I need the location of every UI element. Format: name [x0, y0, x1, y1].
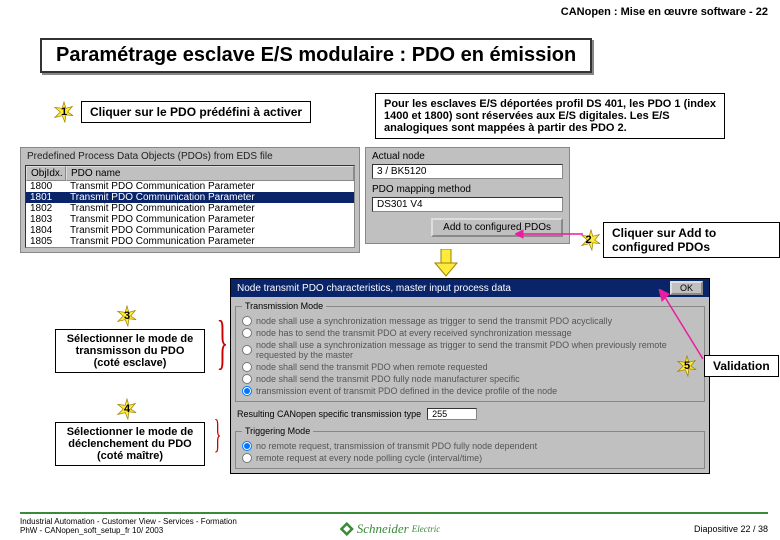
page-title: Paramétrage esclave E/S modulaire : PDO … — [40, 38, 592, 73]
trans-opt[interactable]: node has to send the transmit PDO at eve… — [242, 327, 698, 339]
step-3-badge: 3 — [116, 305, 138, 327]
slide-number: Diapositive 22 / 38 — [694, 524, 768, 534]
table-row[interactable]: 1802Transmit PDO Communication Parameter — [26, 203, 354, 214]
doc-header: CANopen : Mise en œuvre software - 22 — [561, 6, 768, 18]
triggering-mode-group: Triggering Mode no remote request, trans… — [235, 426, 705, 469]
brace-icon: } — [214, 410, 222, 457]
pdo-list-panel: Predefined Process Data Objects (PDOs) f… — [20, 147, 360, 253]
table-row[interactable]: 1805Transmit PDO Communication Parameter — [26, 236, 354, 247]
result-label: Resulting CANopen specific transmission … — [237, 409, 421, 419]
trans-opt[interactable]: node shall send the transmit PDO when re… — [242, 361, 698, 373]
doc-title: CANopen : Mise en œuvre software — [561, 6, 746, 18]
transmission-mode-group: Transmission Mode node shall use a synch… — [235, 301, 705, 402]
pdo-dialog: Node transmit PDO characteristics, maste… — [230, 278, 710, 474]
trig-opt[interactable]: no remote request, transmission of trans… — [242, 440, 698, 452]
logo-icon — [340, 522, 354, 536]
step-5-badge: 5 — [676, 355, 698, 377]
trans-opt[interactable]: node shall send the transmit PDO fully n… — [242, 373, 698, 385]
step-2-badge: 2 — [580, 229, 597, 251]
schneider-logo: SchneiderElectric — [340, 521, 440, 537]
result-value: 255 — [427, 408, 477, 420]
col-pdoname: PDO name — [66, 166, 354, 181]
step-4-text: Sélectionner le mode de déclenchement du… — [55, 422, 205, 466]
step-1-badge: 1 — [53, 101, 75, 123]
step-1-text: Cliquer sur le PDO prédéfini à activer — [81, 101, 311, 123]
table-row[interactable]: 1801Transmit PDO Communication Parameter — [26, 192, 354, 203]
table-row[interactable]: 1803Transmit PDO Communication Parameter — [26, 214, 354, 225]
table-row[interactable]: 1804Transmit PDO Communication Parameter — [26, 225, 354, 236]
info-note: Pour les esclaves E/S déportées profil D… — [375, 93, 725, 139]
actual-node-label: Actual node — [372, 151, 563, 162]
step-5-text: Validation — [704, 355, 779, 377]
step-4-badge: 4 — [116, 398, 138, 420]
pdo-panel-title: Predefined Process Data Objects (PDOs) f… — [21, 148, 359, 165]
dialog-title: Node transmit PDO characteristics, maste… — [237, 283, 511, 294]
table-row[interactable]: 1800Transmit PDO Communication Parameter — [26, 181, 354, 192]
actual-node-value[interactable]: 3 / BK5120 — [372, 164, 563, 179]
mapping-value[interactable]: DS301 V4 — [372, 197, 563, 212]
step-3-text: Sélectionner le mode de transmisson du P… — [55, 329, 205, 373]
brace-icon: } — [217, 308, 229, 377]
arrow-down-icon — [432, 249, 460, 277]
arrow-step2 — [515, 228, 583, 240]
trans-opt[interactable]: node shall use a synchronization message… — [242, 339, 698, 361]
step-2-text: Cliquer sur Add to configured PDOs — [603, 222, 780, 258]
mapping-label: PDO mapping method — [372, 184, 563, 195]
trans-opt[interactable]: transmission event of transmit PDO defin… — [242, 385, 698, 397]
trans-opt[interactable]: node shall use a synchronization message… — [242, 315, 698, 327]
trig-opt[interactable]: remote request at every node polling cyc… — [242, 452, 698, 464]
pdo-table[interactable]: ObjIdx. PDO name 1800Transmit PDO Commun… — [25, 165, 355, 248]
col-objidx: ObjIdx. — [26, 166, 66, 181]
doc-page: 22 — [756, 6, 768, 18]
